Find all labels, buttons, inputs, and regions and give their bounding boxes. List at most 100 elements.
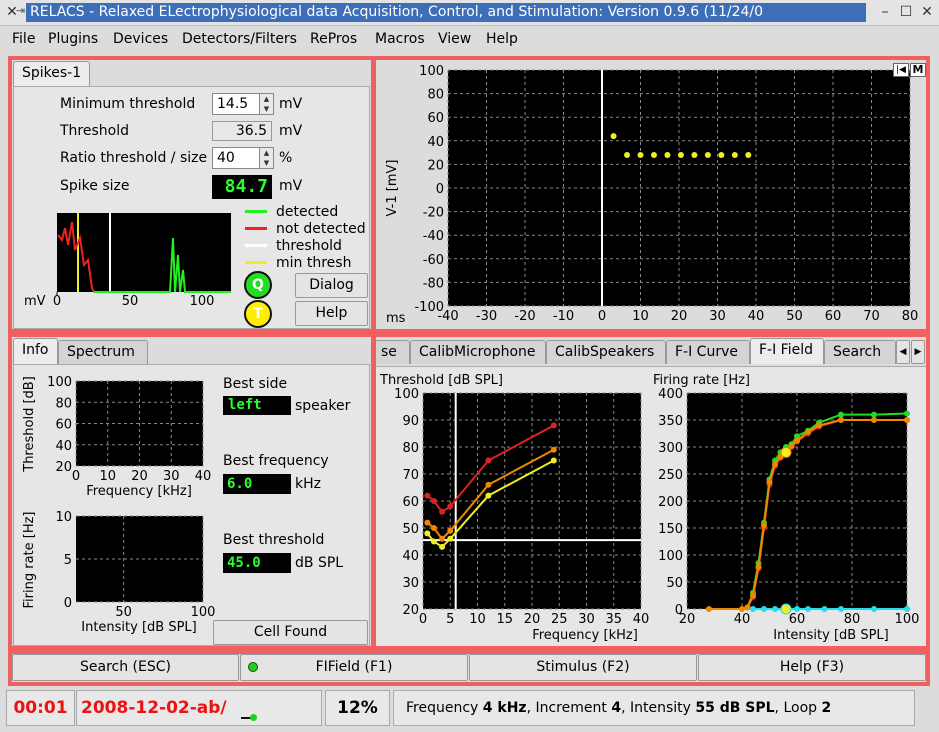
threshold-unit: mV — [279, 123, 303, 139]
spike-marker — [718, 151, 725, 158]
tab-info[interactable]: Info — [13, 338, 58, 364]
rate-curve-point — [904, 417, 910, 423]
y-tick-label: 80 — [55, 396, 72, 411]
tab-spectrum[interactable]: Spectrum — [58, 340, 148, 364]
x-tick-label: 50 — [115, 605, 132, 620]
x-tick-label: 0 — [598, 309, 606, 324]
tab-fi-field[interactable]: F-I Field — [750, 338, 824, 364]
current-intensity-baseline-marker — [780, 603, 792, 615]
session-indicator-icon — [250, 714, 257, 721]
title-bar: ✕ ⇥ RELACS - Relaxed ELectrophysiologica… — [0, 0, 939, 26]
menu-detectors-filters[interactable]: Detectors/Filters — [182, 31, 297, 48]
legend-swatch-not-detected — [245, 227, 267, 230]
legend-swatch-min-thresh — [245, 261, 267, 264]
dialog-button[interactable]: Dialog — [295, 273, 368, 298]
macro-stimulus-button[interactable]: Stimulus (F2) — [469, 654, 697, 681]
spike-marker — [691, 151, 698, 158]
cell-found-button[interactable]: Cell Found — [213, 620, 368, 645]
tab-se[interactable]: se — [376, 340, 410, 364]
led-t-indicator: T — [244, 300, 272, 328]
tab-scroll-right-icon[interactable]: ▶ — [911, 340, 925, 364]
tab-search[interactable]: Search — [824, 340, 896, 364]
x-tick-label: -10 — [553, 309, 574, 324]
macro-fifield-button[interactable]: FIField (F1) — [240, 654, 468, 681]
x-tick-label: 40 — [633, 612, 650, 627]
tuning-curve-point — [550, 457, 557, 464]
ratio-stepper[interactable]: ▲ ▼ — [259, 147, 274, 169]
menu-plugins[interactable]: Plugins — [48, 31, 98, 48]
y-tick-label: 100 — [47, 375, 72, 390]
tab-fi-curve[interactable]: F-I Curve — [666, 340, 750, 364]
legend-swatch-detected — [245, 210, 267, 213]
y-axis-label: Threshold [dB] — [22, 376, 37, 473]
ratio-input[interactable]: 40 — [212, 147, 260, 169]
menu-bar: File Plugins Devices Detectors/Filters R… — [0, 27, 939, 52]
rate-curve-point — [794, 437, 800, 444]
hist-xlabel: mV — [24, 294, 46, 309]
maximize-button[interactable]: ☐ — [897, 3, 915, 21]
menu-help[interactable]: Help — [486, 31, 518, 48]
y-tick-label: 70 — [402, 468, 419, 483]
plot-title: Firing rate [Hz] — [653, 373, 750, 388]
pin-icon[interactable]: ⇥ — [16, 4, 25, 17]
fi-threshold-plot: 0 5 10 15 20 25 30 35 40 100 90 80 70 60 50 40 30 20 Thres… — [379, 373, 650, 643]
rate-curve-point — [838, 417, 844, 423]
tab-spikes-1[interactable]: Spikes-1 — [13, 61, 91, 87]
minimize-button[interactable]: – — [876, 3, 894, 21]
best-frequency-display: 6.0 — [223, 474, 291, 494]
x-tick-label: 80 — [902, 309, 919, 324]
min-threshold-input[interactable]: 14.5 — [212, 93, 260, 115]
x-axis-label: Frequency [kHz] — [86, 484, 192, 499]
x-tick-label: 5 — [446, 612, 454, 627]
y-tick-label: 30 — [402, 576, 419, 591]
y-tick-label: 40 — [55, 439, 72, 454]
tuning-curve-point — [424, 492, 431, 499]
detector-help-button[interactable]: Help — [295, 301, 368, 326]
macro-help-button[interactable]: Help (F3) — [698, 654, 926, 681]
rate-curve-point — [744, 604, 751, 611]
x-tick-label: 10 — [632, 309, 649, 324]
marker-icon[interactable]: M — [910, 63, 926, 77]
tuning-curve-point — [424, 519, 431, 526]
best-rate-plot: 50 1001050Intensity [dB SPL]Firing rate [… — [22, 510, 215, 635]
tuning-curve-point — [447, 527, 454, 534]
best-threshold-display: 45.0 — [223, 553, 291, 573]
menu-repros[interactable]: RePros — [310, 31, 357, 48]
menu-macros[interactable]: Macros — [375, 31, 425, 48]
menu-view[interactable]: View — [438, 31, 471, 48]
macro-search-button[interactable]: Search (ESC) — [12, 654, 239, 681]
rate-curve-point — [750, 592, 756, 599]
tab-scroll-left-icon[interactable]: ◀ — [896, 340, 910, 364]
x-tick-label: 35 — [605, 612, 622, 627]
tuning-curve-point — [430, 525, 437, 531]
tab-calib-microphone[interactable]: CalibMicrophone — [410, 340, 546, 364]
menu-devices[interactable]: Devices — [113, 31, 168, 48]
x-tick-label: -30 — [476, 309, 497, 324]
voltage-trace-plot: -40 -30 -20 -10 0 10 20 30 40 50 60 70 8010080604020… — [385, 64, 919, 326]
min-threshold-stepper[interactable]: ▲ ▼ — [259, 93, 274, 115]
running-indicator-icon — [248, 662, 258, 672]
best-side-label: Best side — [223, 376, 288, 392]
y-axis-label: Firing rate [Hz] — [22, 511, 37, 608]
min-threshold-label: Minimum threshold — [60, 96, 196, 112]
y-tick-label: 20 — [55, 460, 72, 475]
x-tick-label: 30 — [163, 469, 180, 484]
y-tick-label: -100 — [414, 300, 444, 315]
y-tick-label: 10 — [55, 510, 72, 525]
y-tick-label: 40 — [427, 135, 444, 150]
spike-marker — [677, 151, 684, 158]
rewind-icon[interactable]: |◀ — [893, 63, 909, 77]
x-axis-unit: ms — [386, 311, 406, 326]
legend-detected: detected — [276, 204, 339, 220]
plot-title: Threshold [dB SPL] — [379, 373, 503, 388]
menu-file[interactable]: File — [12, 31, 35, 48]
msg-text: , Loop — [774, 700, 822, 716]
x-tick-label: 10 — [99, 469, 116, 484]
best-side-display: left — [223, 396, 291, 415]
y-tick-label: 50 — [666, 576, 683, 591]
repro-tab-bar: se CalibMicrophone CalibSpeakers F-I Cur… — [376, 337, 926, 367]
close-button[interactable]: ✕ — [918, 3, 936, 21]
tab-calib-speakers[interactable]: CalibSpeakers — [546, 340, 666, 364]
x-axis-label: Intensity [dB SPL] — [81, 620, 197, 635]
tuning-curve-point — [430, 498, 437, 504]
